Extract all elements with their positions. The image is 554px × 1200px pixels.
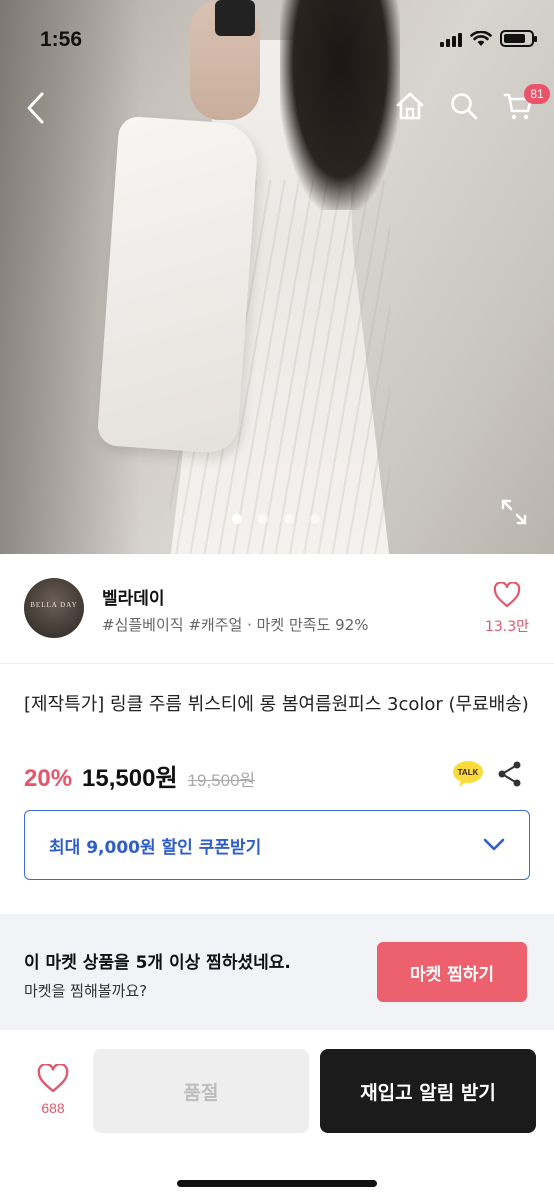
carousel-dot[interactable] [258,514,268,524]
kakao-talk-label: TALK [458,768,479,777]
heart-icon [37,1062,69,1093]
kakao-talk-button[interactable]: TALK [452,760,484,788]
carousel-dot[interactable] [232,514,242,524]
home-icon [396,92,424,120]
status-time: 1:56 [40,28,83,51]
wish-banner-subtitle: 마켓을 찜해볼까요? [24,982,148,1000]
kakao-talk-icon: TALK [453,761,483,787]
cart-button[interactable]: 81 [500,84,550,126]
seller-section[interactable]: BELLA DAY 벨라데이 #심플베이직 #캐주얼 · 마켓 만족도 92% … [0,554,554,664]
share-icon-graphic [498,761,521,787]
expand-icon [501,499,527,525]
product-like-count: 688 [41,1100,65,1116]
status-bar: 1:56 [0,0,554,80]
market-wish-button[interactable]: 마켓 찜하기 [377,942,527,1002]
original-price: 19,500원 [187,771,256,790]
coupon-label: 최대 9,000원 할인 쿠폰받기 [49,837,262,858]
product-image[interactable] [0,0,554,554]
product-like-button[interactable]: 688 [28,1062,78,1116]
soldout-button[interactable]: 품절 [93,1049,309,1133]
search-icon [451,93,478,120]
image-jacket [96,115,260,455]
restock-alert-button[interactable]: 재입고 알림 받기 [320,1049,536,1133]
coupon-button[interactable]: 최대 9,000원 할인 쿠폰받기 [24,810,530,880]
share-button[interactable] [496,760,524,788]
seller-avatar-text: BELLA DAY [30,601,78,609]
seller-name[interactable]: 벨라데이 [102,584,165,609]
discount-rate: 20% [24,765,73,792]
product-title: [제작특가] 링클 주름 뷔스티에 롱 봄여름원피스 3color (무료배송) [24,694,529,715]
sale-price: 15,500원 [82,765,178,792]
search-button[interactable] [446,86,482,126]
battery-icon [500,30,537,47]
home-button[interactable] [392,86,428,126]
status-icons [440,30,537,47]
back-button[interactable] [20,88,52,128]
chevron-left-icon [27,92,44,124]
wish-banner-title: 이 마켓 상품을 5개 이상 찜하셨네요. [24,953,291,973]
seller-tags: #심플베이직 #캐주얼 · 마켓 만족도 92% [102,616,369,634]
price-row: 20% 15,500원 19,500원 [24,758,255,793]
top-nav-actions: 81 [392,84,550,126]
carousel-indicator [232,514,320,524]
market-wish-banner: 이 마켓 상품을 5개 이상 찜하셨네요. 마켓을 찜해볼까요? 마켓 찜하기 [0,914,554,1030]
seller-avatar[interactable]: BELLA DAY [24,578,84,638]
cart-count-badge: 81 [524,84,550,104]
seller-like-button[interactable]: 13.3만 [482,581,532,636]
fullscreen-button[interactable] [500,498,528,526]
wifi-icon [470,30,492,46]
carousel-dot[interactable] [284,514,294,524]
bottom-action-bar: 688 품절 재입고 알림 받기 [0,1030,554,1200]
seller-like-count: 13.3만 [484,619,530,635]
chevron-down-icon [483,838,505,851]
cellular-signal-icon [440,31,462,47]
heart-icon [493,581,521,608]
carousel-dot[interactable] [310,514,320,524]
home-indicator [177,1180,377,1187]
